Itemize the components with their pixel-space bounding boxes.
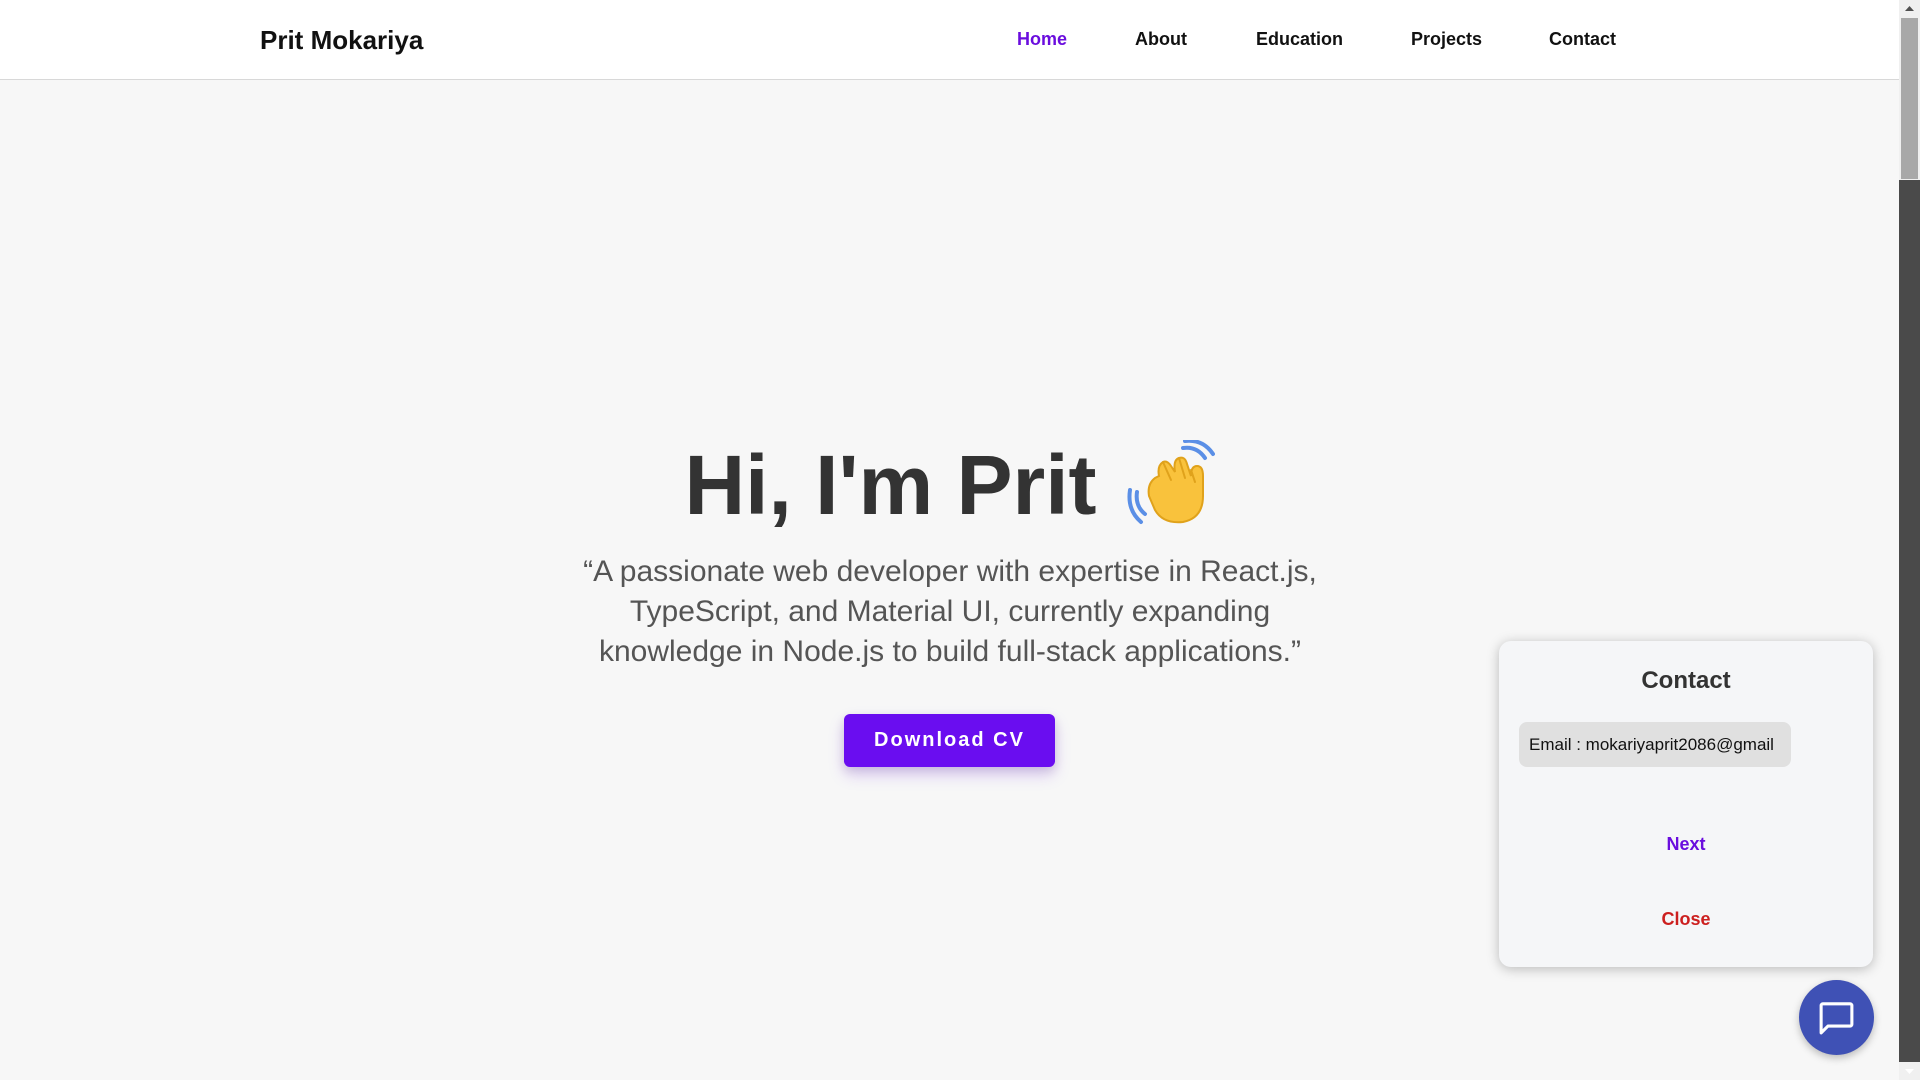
nav-link-education[interactable]: Education	[1256, 29, 1343, 50]
hero-quote-line: knowledge in Node.js to build full-stack…	[598, 635, 1302, 668]
hero-title-text: Hi, I'm Prit	[684, 438, 1097, 532]
waving-hand-icon	[1127, 438, 1215, 528]
scroll-up-arrow-icon[interactable]	[1899, 0, 1920, 17]
scroll-track[interactable]	[1899, 180, 1920, 1062]
email-chip[interactable]: Email : mokariyaprit2086@gmail	[1519, 722, 1791, 767]
scroll-down-arrow-icon[interactable]	[1899, 1063, 1920, 1080]
close-button[interactable]: Close	[1499, 908, 1873, 931]
page: Prit Mokariya Home About Education Proje…	[0, 0, 1920, 1080]
contact-popup-title: Contact	[1641, 667, 1731, 694]
hero-quote: “A passionate web developer with experti…	[570, 552, 1330, 672]
hero-quote-line: TypeScript, and Material UI, currently e…	[629, 595, 1271, 628]
nav-link-about[interactable]: About	[1135, 29, 1187, 50]
navbar: Prit Mokariya Home About Education Proje…	[0, 0, 1899, 80]
chat-bubble-icon	[1819, 1002, 1854, 1035]
chat-fab-button[interactable]	[1799, 980, 1874, 1055]
nav-link-home[interactable]: Home	[1017, 29, 1067, 50]
nav-link-contact[interactable]: Contact	[1549, 29, 1616, 50]
brand-name[interactable]: Prit Mokariya	[260, 25, 423, 56]
vertical-scrollbar[interactable]	[1899, 0, 1920, 1080]
download-cv-button[interactable]: Download CV	[844, 714, 1055, 767]
nav-link-projects[interactable]: Projects	[1411, 29, 1482, 50]
hero-title: Hi, I'm Prit	[0, 435, 1899, 536]
next-button[interactable]: Next	[1499, 833, 1873, 856]
contact-popup: Contact Email : mokariyaprit2086@gmail N…	[1499, 641, 1873, 967]
scroll-thumb[interactable]	[1901, 18, 1918, 179]
hero-quote-line: “A passionate web developer with experti…	[583, 555, 1317, 588]
